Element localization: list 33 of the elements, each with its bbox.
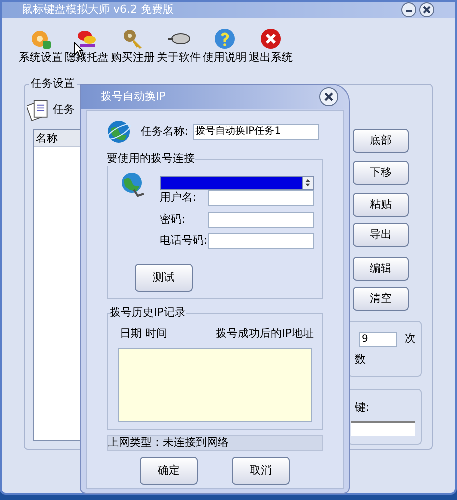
column-header: 日期 时间 [120, 326, 168, 342]
task-name-label: 任务名称: [141, 124, 189, 140]
dialog-title: 拨号自动换IP [101, 88, 166, 105]
task-name-field[interactable]: 拨号自动换IP任务1 [192, 124, 319, 140]
hotkey-label: 键: [355, 400, 371, 416]
toolbar-button[interactable]: 购买注册 [110, 28, 156, 66]
status-bar: 上网类型：未连接到网络 [107, 435, 323, 451]
group-title: 拨号历史IP记录 [110, 306, 186, 320]
side-button[interactable]: 粘贴 [353, 193, 409, 217]
side-button[interactable]: 清空 [353, 287, 409, 311]
repeat-unit: 次 [405, 331, 416, 347]
toolbar-button[interactable]: 退出系统 [248, 28, 294, 66]
test-button[interactable]: 测试 [135, 264, 193, 292]
repeat-field[interactable]: 9 [359, 332, 397, 347]
toolbar-button[interactable]: 系统设置 [18, 28, 64, 66]
repeat-caption: 数 [355, 352, 367, 368]
column-header: 名称 [35, 131, 59, 146]
group-title: 任务设置 [29, 77, 77, 91]
field-label: 电话号码: [160, 233, 208, 249]
toolbar-button[interactable]: 使用说明 [202, 28, 248, 66]
dialog-button[interactable]: 取消 [232, 457, 290, 485]
field-label: 密码: [160, 212, 187, 228]
side-button[interactable]: 导出 [353, 223, 409, 247]
group-title: 要使用的拨号连接 [107, 152, 195, 166]
side-button[interactable]: 编辑 [353, 257, 409, 281]
dialog-button[interactable]: 确定 [140, 457, 198, 485]
column-header: 拨号成功后的IP地址 [216, 326, 314, 342]
field-label: 用户名: [160, 190, 198, 206]
side-button[interactable]: 底部 [353, 129, 409, 153]
toolbar-button[interactable]: 关于软件 [156, 28, 202, 66]
side-button[interactable]: 下移 [353, 161, 409, 185]
task-list-caption: 任务 [53, 102, 75, 118]
window-title: 鼠标键盘模拟大师 v6.2 免费版 [22, 2, 174, 18]
